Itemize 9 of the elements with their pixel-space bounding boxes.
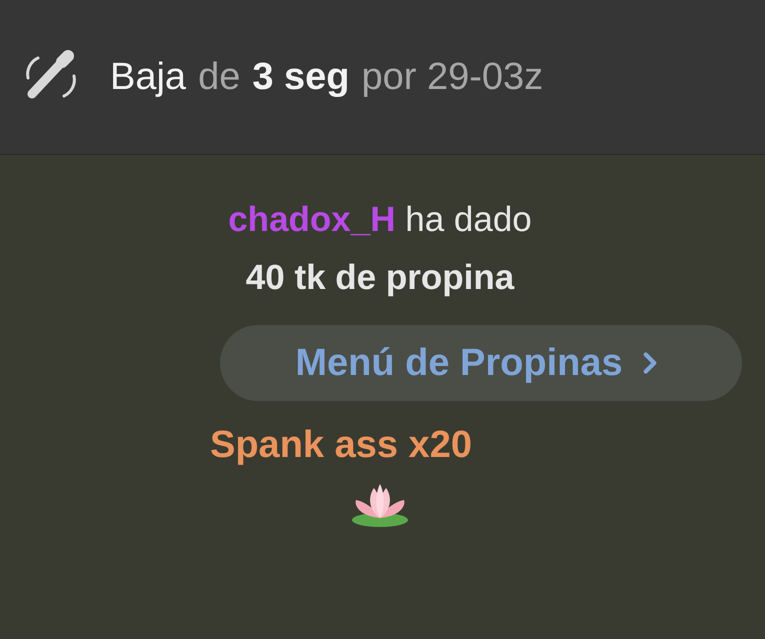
- notice-text: de: [198, 54, 240, 100]
- notice-text: por 29-03z: [362, 54, 544, 100]
- notice-text: Baja: [110, 54, 186, 100]
- username-link[interactable]: chadox_H: [228, 200, 396, 239]
- lotus-icon: [350, 482, 410, 528]
- tip-item: Spank ass x20: [210, 423, 472, 468]
- tip-message: chadox_H ha dado 40 tk de propina: [227, 199, 533, 299]
- tip-menu-button[interactable]: Menú de Propinas: [220, 325, 742, 401]
- notice-text: 3 seg: [252, 54, 350, 100]
